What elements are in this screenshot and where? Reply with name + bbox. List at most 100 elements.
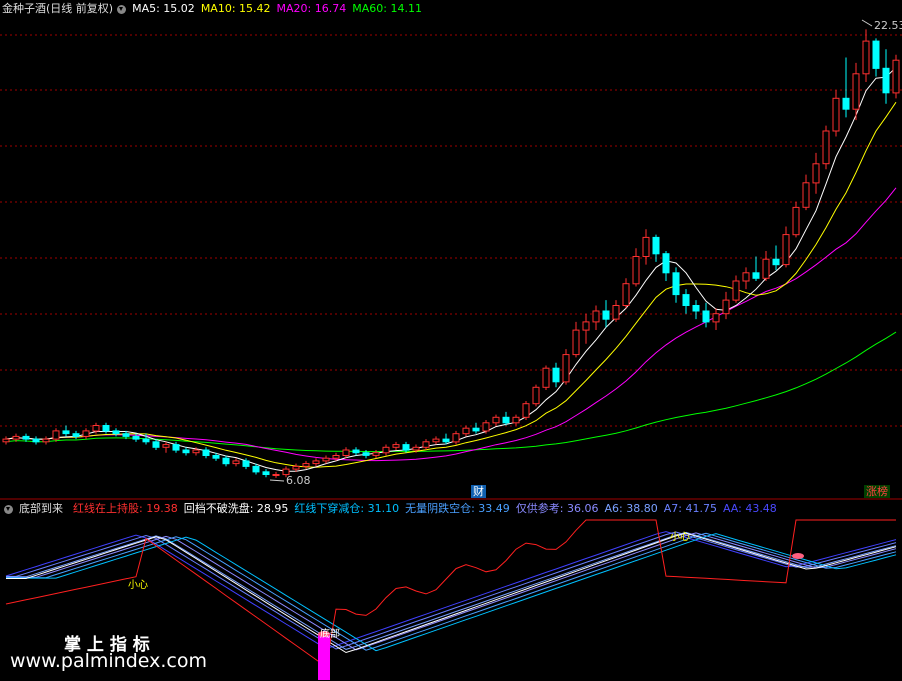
candle-body-58 — [582, 321, 590, 331]
limit-up-tag[interactable]: 涨榜 — [864, 485, 890, 498]
candle-body-32 — [322, 457, 330, 462]
candle-body-85 — [852, 73, 860, 110]
candle-body-37 — [372, 452, 380, 456]
candle-body-86 — [862, 40, 870, 75]
ma10-value: MA10: 15.42 — [200, 2, 271, 15]
low-pointer — [269, 479, 285, 482]
candle-body-83 — [832, 97, 840, 132]
candle-body-42 — [422, 441, 430, 448]
candle-body-41 — [412, 446, 420, 451]
candle-body-3 — [32, 438, 40, 443]
candle-body-6 — [62, 430, 70, 435]
candle-body-43 — [432, 438, 440, 443]
candle-body-62 — [622, 283, 630, 307]
candle-body-9 — [92, 425, 100, 432]
candle-body-88 — [882, 67, 890, 94]
candle-body-29 — [292, 465, 300, 470]
indicator-item-2: 红线下穿减仓: 31.10 — [294, 502, 400, 515]
caution-marker-2: 小心 — [670, 532, 690, 543]
candle-body-63 — [632, 256, 640, 285]
candle-body-38 — [382, 446, 390, 454]
candle-body-66 — [662, 253, 670, 274]
candle-body-34 — [342, 449, 350, 456]
ma10-line — [5, 101, 897, 468]
candle-body-17 — [172, 444, 180, 451]
candle-body-1 — [12, 435, 20, 440]
candle-body-16 — [162, 444, 170, 448]
low-price-label: 6.08 — [286, 474, 311, 487]
candle-body-73 — [732, 280, 740, 301]
candle-body-78 — [782, 234, 790, 266]
indicator-item-4: 仅供参考: 36.06 — [515, 502, 599, 515]
candle-body-59 — [592, 310, 600, 323]
indicator-item-3: 无量阴跌空仓: 33.49 — [405, 502, 510, 515]
candle-body-30 — [302, 463, 310, 467]
candle-body-33 — [332, 455, 340, 459]
signal-dot-right — [792, 553, 804, 559]
candle-body-80 — [802, 182, 810, 208]
candle-body-35 — [352, 449, 360, 454]
candle-body-70 — [702, 310, 710, 323]
candle-body-47 — [472, 427, 480, 432]
high-price-label: 22.53 — [874, 19, 902, 32]
candle-body-44 — [442, 438, 450, 443]
candle-body-56 — [562, 354, 570, 383]
ma20-line — [5, 187, 897, 462]
candle-body-55 — [552, 367, 560, 383]
candle-body-21 — [212, 455, 220, 459]
candle-body-40 — [402, 444, 410, 451]
candle-body-26 — [262, 471, 270, 475]
candle-body-87 — [872, 40, 880, 69]
high-pointer — [861, 19, 873, 27]
candle-body-65 — [652, 236, 660, 255]
candle-body-7 — [72, 433, 80, 437]
price-header: 金种子酒(日线 前复权) MA5: 15.02 MA10: 15.42 MA20… — [0, 0, 428, 18]
bottom-marker: 底部 — [320, 629, 340, 640]
candle-body-53 — [532, 386, 540, 405]
candle-body-72 — [722, 299, 730, 315]
candle-body-2 — [22, 435, 30, 440]
candle-body-57 — [572, 329, 580, 356]
candle-body-13 — [132, 435, 140, 440]
candle-body-64 — [642, 236, 650, 257]
indicator-dropdown-icon[interactable] — [4, 504, 13, 514]
candle-body-45 — [452, 433, 460, 443]
candle-body-54 — [542, 367, 550, 388]
indicator-item-5: A6: 38.80 — [604, 502, 658, 515]
candle-body-0 — [2, 438, 10, 443]
candle-body-61 — [612, 305, 620, 320]
candle-body-71 — [712, 313, 720, 323]
caution-marker-1: 小心 — [128, 580, 148, 591]
settings-dropdown-icon[interactable] — [117, 4, 127, 14]
candle-body-39 — [392, 444, 400, 448]
candle-body-4 — [42, 438, 50, 443]
candle-body-23 — [232, 460, 240, 465]
candle-body-50 — [502, 416, 510, 424]
candle-body-48 — [482, 422, 490, 432]
candle-body-24 — [242, 460, 250, 467]
candle-body-82 — [822, 130, 830, 165]
candle-body-84 — [842, 97, 850, 110]
finance-tag[interactable]: 财 — [471, 485, 486, 498]
candle-body-51 — [512, 416, 520, 424]
candle-body-67 — [672, 272, 680, 296]
candle-body-22 — [222, 457, 230, 465]
candle-body-12 — [122, 433, 130, 437]
candle-body-11 — [112, 430, 120, 435]
candle-body-36 — [362, 452, 370, 456]
candle-body-31 — [312, 460, 320, 465]
ma20-value: MA20: 16.74 — [276, 2, 347, 15]
candle-body-52 — [522, 403, 530, 418]
ma60-value: MA60: 14.11 — [352, 2, 422, 15]
indicator-item-1: 回档不破洗盘: 28.95 — [183, 502, 289, 515]
candle-body-74 — [742, 272, 750, 282]
candle-body-75 — [752, 272, 760, 279]
candle-body-18 — [182, 449, 190, 454]
ma5-value: MA5: 15.02 — [132, 2, 195, 15]
indicator-name: 底部到来 — [19, 502, 63, 515]
candle-body-79 — [792, 206, 800, 236]
indicator-item-7: AA: 43.48 — [722, 502, 777, 515]
candle-body-15 — [152, 441, 160, 448]
candle-body-76 — [762, 258, 770, 279]
candle-body-60 — [602, 310, 610, 320]
